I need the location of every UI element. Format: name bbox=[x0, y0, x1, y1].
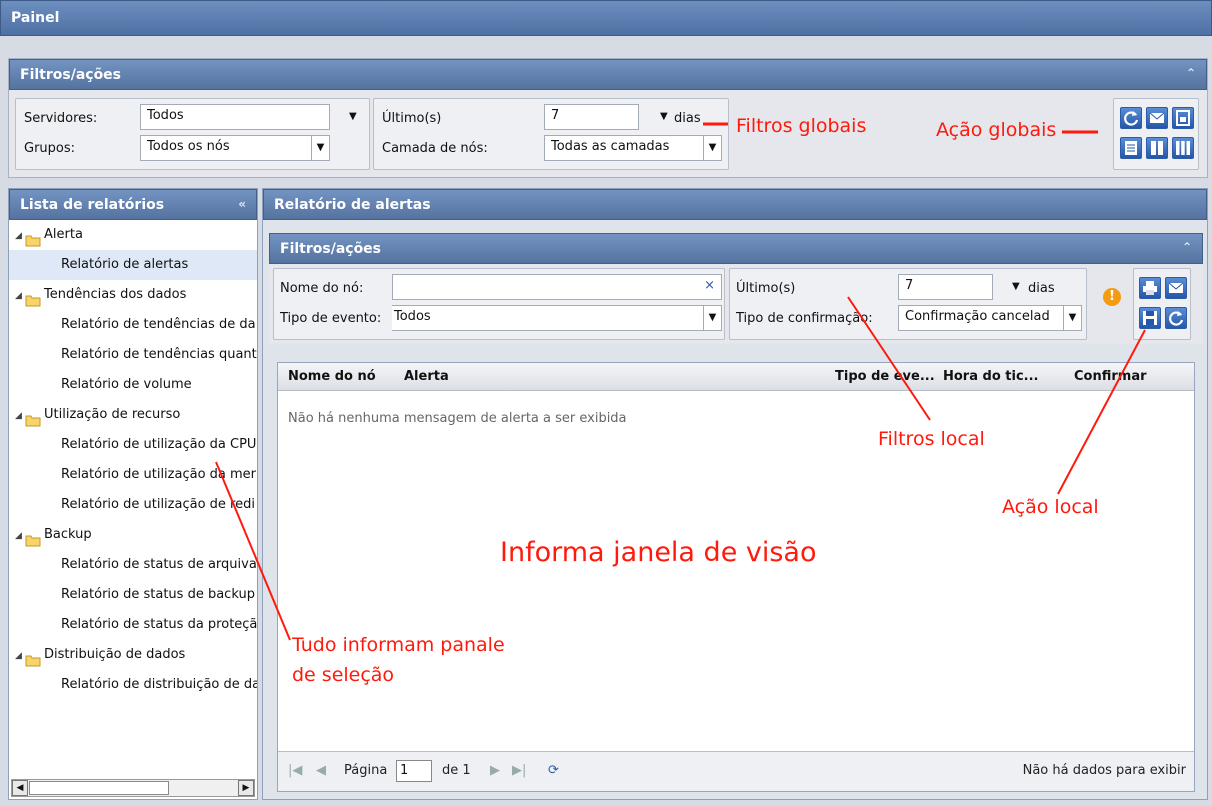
annotation-global-filters: Filtros globais bbox=[736, 115, 867, 137]
annotation-global-actions: Ação globais bbox=[936, 119, 1057, 141]
annotation-selection-line2: de seleção bbox=[292, 664, 395, 686]
annotation-view-window: Informa janela de visão bbox=[500, 537, 817, 568]
annotation-local-actions: Ação local bbox=[1002, 496, 1099, 518]
annotation-selection-line1: Tudo informam panale bbox=[292, 634, 505, 656]
annotation-local-filters: Filtros local bbox=[878, 428, 985, 450]
